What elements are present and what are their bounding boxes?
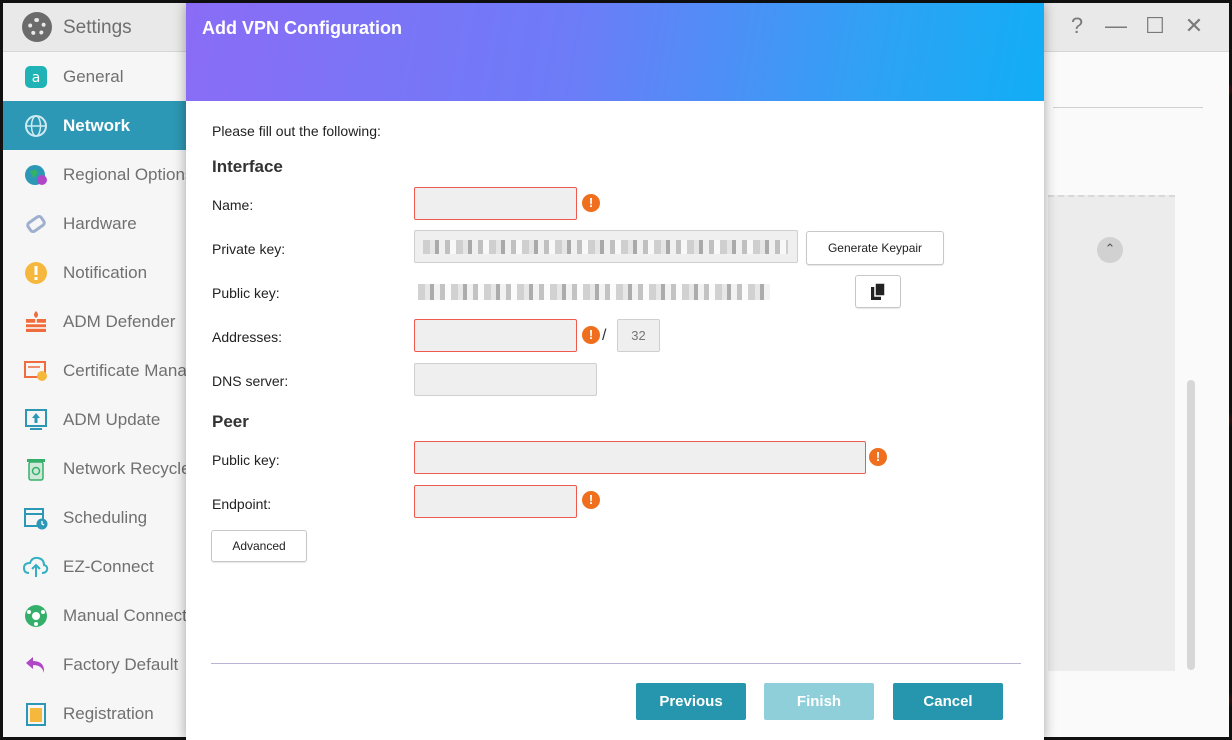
tab-underline <box>1053 107 1203 108</box>
undo-icon <box>23 652 49 678</box>
update-icon <box>23 407 49 433</box>
interface-heading: Interface <box>212 157 283 176</box>
sidebar: a General Network Regional Options Hardw… <box>3 52 220 737</box>
endpoint-label: Endpoint: <box>212 496 272 512</box>
sidebar-item-factory-default[interactable]: Factory Default <box>3 640 193 689</box>
sidebar-item-manual-connect[interactable]: Manual Connect <box>3 591 193 640</box>
sidebar-item-label: Scheduling <box>63 508 148 527</box>
connect-icon <box>23 603 49 629</box>
endpoint-warning-icon: ! <box>582 491 600 509</box>
sidebar-item-label: Registration <box>63 704 154 723</box>
addresses-input[interactable] <box>414 319 577 352</box>
sidebar-item-adm-defender[interactable]: ADM Defender <box>3 297 193 346</box>
sidebar-item-label: Notification <box>63 263 148 282</box>
peer-heading: Peer <box>212 412 249 431</box>
content-panel <box>1048 195 1175 671</box>
dialog-title: Add VPN Configuration <box>202 18 402 38</box>
dialog-header: Add VPN Configuration <box>186 3 1044 101</box>
name-input[interactable] <box>414 187 577 220</box>
minimize-icon[interactable]: — <box>1103 13 1129 39</box>
sidebar-item-hardware[interactable]: Hardware <box>3 199 193 248</box>
alert-icon <box>23 260 49 286</box>
maximize-icon[interactable]: ☐ <box>1142 13 1168 39</box>
sidebar-item-label: Manual Connect <box>63 606 187 625</box>
previous-button[interactable]: Previous <box>636 683 746 720</box>
sidebar-item-ez-connect[interactable]: EZ-Connect <box>3 542 193 591</box>
endpoint-input[interactable] <box>414 485 577 518</box>
sidebar-item-registration[interactable]: Registration <box>3 689 193 737</box>
sidebar-item-notification[interactable]: Notification <box>3 248 193 297</box>
sidebar-item-regional-options[interactable]: Regional Options <box>3 150 193 199</box>
sidebar-item-network-recycle-bin[interactable]: Network Recycle Bin <box>3 444 220 493</box>
dns-server-label: DNS server: <box>212 373 289 389</box>
sidebar-item-network[interactable]: Network <box>3 101 193 150</box>
add-vpn-dialog: Add VPN Configuration Please fill out th… <box>186 3 1044 740</box>
sidebar-item-label: Network <box>63 116 131 135</box>
prefix-separator: / <box>602 327 607 344</box>
intro-text: Please fill out the following: <box>212 123 381 139</box>
sidebar-item-general[interactable]: a General <box>3 52 193 101</box>
sidebar-item-label: Regional Options <box>63 165 194 184</box>
name-label: Name: <box>212 197 254 213</box>
sidebar-item-certificate-manager[interactable]: Certificate Manager <box>3 346 211 395</box>
recycle-icon <box>23 456 49 482</box>
peer-public-key-warning-icon: ! <box>869 448 887 466</box>
private-key-masked-value <box>423 240 788 254</box>
sidebar-item-label: ADM Update <box>63 410 161 429</box>
private-key-field[interactable] <box>414 230 798 263</box>
footer-divider <box>211 663 1021 664</box>
finish-button[interactable]: Finish <box>764 683 874 720</box>
public-key-masked-value <box>418 284 770 300</box>
name-warning-icon: ! <box>582 194 600 212</box>
cloud-upload-icon <box>23 554 49 580</box>
help-icon[interactable]: ? <box>1064 13 1090 39</box>
registration-icon <box>23 701 49 727</box>
sidebar-item-label: EZ-Connect <box>63 557 154 576</box>
general-icon: a <box>23 64 49 90</box>
public-key-label: Public key: <box>212 285 280 301</box>
sidebar-item-label: Factory Default <box>63 655 179 674</box>
certificate-icon <box>23 358 49 384</box>
sidebar-item-scheduling[interactable]: Scheduling <box>3 493 193 542</box>
window-title: Settings <box>63 17 132 38</box>
sidebar-item-adm-update[interactable]: ADM Update <box>3 395 193 444</box>
calendar-icon <box>23 505 49 531</box>
generate-keypair-button[interactable]: Generate Keypair <box>806 231 944 265</box>
svg-text:a: a <box>32 70 41 86</box>
panel-top-border <box>1048 195 1175 197</box>
copy-icon <box>871 282 886 300</box>
globe-icon <box>23 113 49 139</box>
scrollbar[interactable] <box>1187 380 1195 670</box>
peer-public-key-input[interactable] <box>414 441 866 474</box>
advanced-button[interactable]: Advanced <box>211 530 307 562</box>
sidebar-item-label: Hardware <box>63 214 137 233</box>
sidebar-item-label: General <box>63 67 124 86</box>
addresses-label: Addresses: <box>212 329 283 345</box>
prefix-length-field[interactable]: 32 <box>617 319 660 352</box>
private-key-label: Private key: <box>212 241 286 257</box>
dns-server-input[interactable] <box>414 363 597 396</box>
addresses-warning-icon: ! <box>582 326 600 344</box>
close-icon[interactable]: ✕ <box>1181 13 1207 39</box>
cancel-button[interactable]: Cancel <box>893 683 1003 720</box>
chevron-up-icon[interactable]: ⌃ <box>1097 237 1123 263</box>
peer-public-key-label: Public key: <box>212 452 280 468</box>
settings-app-icon <box>22 12 52 42</box>
sidebar-item-label: ADM Defender <box>63 312 176 331</box>
copy-button[interactable] <box>855 275 901 308</box>
region-globe-icon <box>23 162 49 188</box>
firewall-icon <box>23 309 49 335</box>
hardware-icon <box>23 211 49 237</box>
